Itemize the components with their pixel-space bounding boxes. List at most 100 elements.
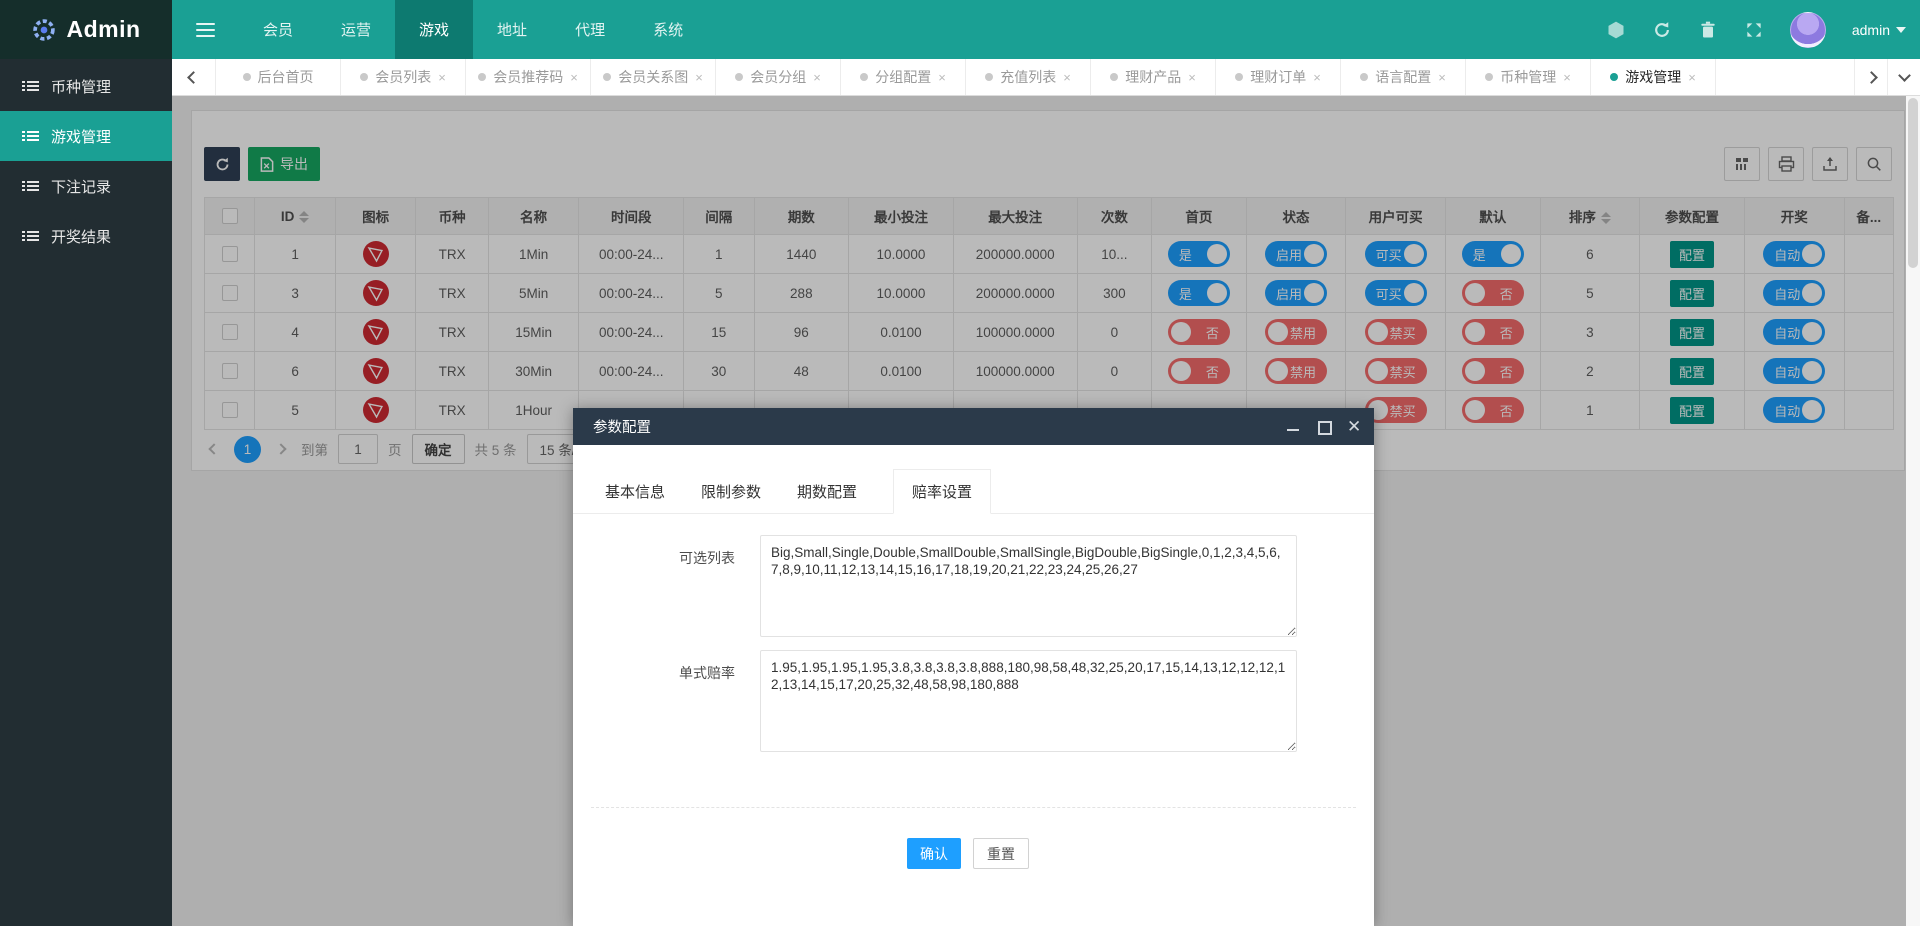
modal-tab-basic-info[interactable]: 基本信息 [605, 470, 665, 513]
gear-logo-icon [31, 17, 57, 43]
menu-item-system[interactable]: 系统 [629, 0, 707, 59]
tab-close-icon[interactable]: × [570, 70, 578, 85]
tab-dot-icon [1110, 73, 1118, 81]
list-icon [22, 129, 39, 143]
user-name: admin [1852, 22, 1890, 38]
tabbar-scroll-right-button[interactable] [1854, 59, 1887, 95]
tab-dot-icon [243, 73, 251, 81]
tab-close-icon[interactable]: × [1438, 70, 1446, 85]
chevron-right-icon [1865, 71, 1878, 84]
tab-game-manage[interactable]: 游戏管理× [1591, 59, 1716, 95]
user-avatar[interactable] [1790, 12, 1826, 48]
tab-member-list[interactable]: 会员列表× [341, 59, 466, 95]
tab-dot-icon [478, 73, 486, 81]
sidebar-item-draw-results[interactable]: 开奖结果 [0, 211, 172, 261]
chevron-left-icon [187, 71, 200, 84]
tab-member-graph[interactable]: 会员关系图× [591, 59, 716, 95]
option-list-textarea[interactable]: Big,Small,Single,Double,SmallDouble,Smal… [760, 535, 1297, 637]
modal-tab-issue-config[interactable]: 期数配置 [797, 470, 857, 513]
modal-tab-limit-params[interactable]: 限制参数 [701, 470, 761, 513]
scrollbar-thumb[interactable] [1908, 98, 1918, 268]
list-icon [22, 179, 39, 193]
brand-logo: Admin [0, 0, 172, 59]
menu-item-operation[interactable]: 运营 [317, 0, 395, 59]
brand-name: Admin [66, 16, 140, 43]
option-list-label: 可选列表 [630, 535, 760, 637]
tabbar-controls [1854, 59, 1920, 95]
refresh-icon[interactable] [1652, 20, 1672, 40]
confirm-button[interactable]: 确认 [907, 838, 961, 869]
tab-dot-icon [1485, 73, 1493, 81]
tab-dot-icon [860, 73, 868, 81]
single-odds-label: 单式赔率 [630, 650, 760, 752]
caret-down-icon [1896, 27, 1906, 33]
tab-language-config[interactable]: 语言配置× [1341, 59, 1466, 95]
navbar-right: admin [1606, 0, 1912, 59]
user-dropdown[interactable]: admin [1852, 22, 1906, 38]
tab-member-group[interactable]: 会员分组× [716, 59, 841, 95]
modal-tabs: 基本信息 限制参数 期数配置 赔率设置 [573, 469, 1374, 514]
modal-tab-odds-settings[interactable]: 赔率设置 [893, 469, 991, 514]
list-icon [22, 229, 39, 243]
form-row-single-odds: 单式赔率 1.95,1.95,1.95,1.95,3.8,3.8,3.8,3.8… [630, 650, 1374, 752]
tab-close-icon[interactable]: × [1063, 70, 1071, 85]
form-divider [591, 807, 1356, 808]
tab-dot-icon [1235, 73, 1243, 81]
menu-item-member[interactable]: 会员 [239, 0, 317, 59]
tab-finance-product[interactable]: 理财产品× [1091, 59, 1216, 95]
window-controls: ✕ [1287, 420, 1360, 433]
page-tabs: 后台首页 会员列表× 会员推荐码× 会员关系图× 会员分组× 分组配置× 充值列… [216, 59, 1854, 95]
tab-dot-icon [1360, 73, 1368, 81]
menu-collapse-toggle[interactable] [172, 0, 239, 59]
tab-close-icon[interactable]: × [1688, 70, 1696, 85]
reset-button[interactable]: 重置 [973, 838, 1029, 869]
modal-buttons: 确认 重置 [907, 838, 1374, 869]
sidebar: 币种管理 游戏管理 下注记录 开奖结果 [0, 59, 172, 926]
menu-item-agent[interactable]: 代理 [551, 0, 629, 59]
top-navbar: Admin 会员 运营 游戏 地址 代理 系统 admin [0, 0, 1920, 59]
tab-dot-icon [735, 73, 743, 81]
vertical-scrollbar[interactable] [1906, 96, 1920, 926]
box-icon[interactable] [1606, 20, 1626, 40]
modal-titlebar[interactable]: 参数配置 ✕ [573, 408, 1374, 445]
tab-member-refcode[interactable]: 会员推荐码× [466, 59, 591, 95]
tab-close-icon[interactable]: × [813, 70, 821, 85]
tab-dot-icon [985, 73, 993, 81]
trash-icon[interactable] [1698, 20, 1718, 40]
tab-recharge-list[interactable]: 充值列表× [966, 59, 1091, 95]
sidebar-item-bet-records[interactable]: 下注记录 [0, 161, 172, 211]
form-row-option-list: 可选列表 Big,Small,Single,Double,SmallDouble… [630, 535, 1374, 637]
page-tabbar: 后台首页 会员列表× 会员推荐码× 会员关系图× 会员分组× 分组配置× 充值列… [172, 59, 1920, 96]
tab-close-icon[interactable]: × [438, 70, 446, 85]
tab-dot-icon [603, 73, 611, 81]
tabbar-menu-button[interactable] [1887, 59, 1920, 95]
tab-close-icon[interactable]: × [1563, 70, 1571, 85]
tab-close-icon[interactable]: × [1313, 70, 1321, 85]
modal-title: 参数配置 [593, 416, 651, 437]
tab-dot-icon [360, 73, 368, 81]
main-menu: 会员 运营 游戏 地址 代理 系统 [172, 0, 707, 59]
tab-finance-order[interactable]: 理财订单× [1216, 59, 1341, 95]
sidebar-item-coin-manage[interactable]: 币种管理 [0, 61, 172, 111]
tab-close-icon[interactable]: × [938, 70, 946, 85]
list-icon [22, 79, 39, 93]
chevron-down-icon [1898, 69, 1911, 82]
tab-dot-icon [1610, 73, 1618, 81]
param-config-modal: 参数配置 ✕ 基本信息 限制参数 期数配置 赔率设置 可选列表 Big,Smal… [573, 408, 1374, 926]
maximize-icon[interactable] [1317, 420, 1330, 433]
menu-item-game[interactable]: 游戏 [395, 0, 473, 59]
minimize-icon[interactable] [1287, 420, 1300, 433]
menu-item-address[interactable]: 地址 [473, 0, 551, 59]
single-odds-textarea[interactable]: 1.95,1.95,1.95,1.95,3.8,3.8,3.8,3.8,888,… [760, 650, 1297, 752]
sidebar-item-game-manage[interactable]: 游戏管理 [0, 111, 172, 161]
fullscreen-icon[interactable] [1744, 20, 1764, 40]
hamburger-icon [196, 19, 215, 41]
tab-group-config[interactable]: 分组配置× [841, 59, 966, 95]
close-icon[interactable]: ✕ [1347, 420, 1360, 433]
tab-home[interactable]: 后台首页 [216, 59, 341, 95]
tab-coin-manage[interactable]: 币种管理× [1466, 59, 1591, 95]
tab-close-icon[interactable]: × [695, 70, 703, 85]
tab-close-icon[interactable]: × [1188, 70, 1196, 85]
odds-form: 可选列表 Big,Small,Single,Double,SmallDouble… [573, 514, 1374, 752]
tabbar-scroll-left-button[interactable] [172, 59, 216, 95]
